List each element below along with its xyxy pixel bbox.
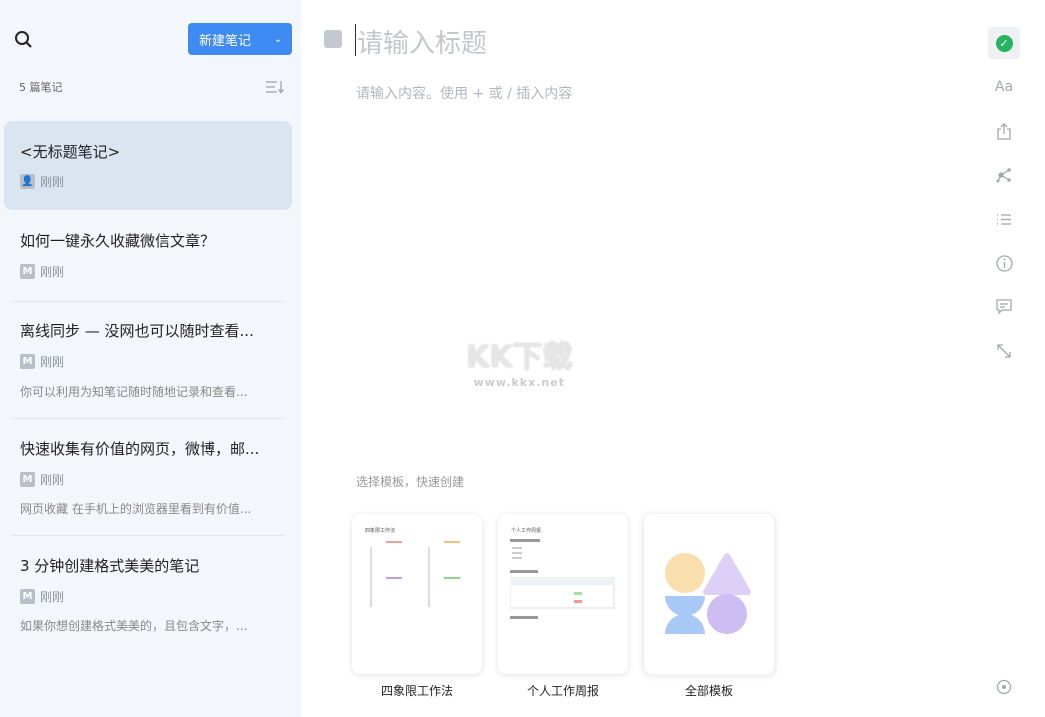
new-note-label: 新建笔记 — [199, 33, 252, 49]
note-title: 快速收集有价值的网页，微博，邮... — [20, 440, 260, 458]
watermark: KK下载 www.kkx.net — [466, 332, 573, 389]
watermark-logo: KK下载 — [466, 340, 573, 375]
divider — [11, 301, 285, 302]
graph-icon — [996, 168, 1011, 183]
template-card-all[interactable] — [644, 514, 774, 674]
note-list-item[interactable]: 如何一键永久收藏微信文章？ M 刚刚 — [11, 220, 285, 290]
expand-button[interactable] — [988, 335, 1020, 367]
sort-icon[interactable] — [265, 80, 285, 94]
note-title: 离线同步 — 没网也可以随时查看... — [20, 322, 254, 340]
info-button[interactable] — [988, 247, 1020, 279]
compass-icon — [996, 679, 1012, 695]
note-list-item[interactable]: 快速收集有价值的网页，微博，邮... M 刚刚 网页收藏 在手机上的浏览器里看到有… — [11, 428, 285, 528]
note-title: <无标题笔记> — [20, 143, 121, 161]
note-snippet: 如果你想创建格式美美的，且包含文字，... — [20, 619, 248, 633]
outline-icon — [997, 213, 1011, 225]
note-title: 如何一键永久收藏微信文章？ — [20, 232, 216, 250]
new-note-button[interactable]: 新建笔记 ⌄ — [188, 23, 292, 55]
note-title: 3 分钟创建格式美美的笔记 — [20, 557, 200, 575]
markdown-icon: M — [20, 264, 35, 279]
note-snippet: 网页收藏 在手机上的浏览器里看到有价值... — [20, 502, 252, 516]
markdown-icon: M — [20, 354, 35, 369]
note-time: 刚刚 — [40, 355, 65, 369]
people-icon: 👤 — [20, 174, 35, 189]
title-input[interactable]: 请输入标题 — [357, 23, 487, 60]
markdown-icon: M — [20, 589, 35, 604]
cover-image-icon[interactable] — [324, 30, 342, 48]
comment-icon — [996, 299, 1012, 315]
quadrant-preview-icon — [370, 541, 460, 607]
font-icon: Aa — [994, 79, 1014, 95]
share-button[interactable] — [988, 115, 1020, 147]
search-icon[interactable] — [14, 30, 34, 50]
note-time: 刚刚 — [40, 473, 65, 487]
note-list-item[interactable]: <无标题笔记> 👤 刚刚 — [4, 121, 292, 210]
note-snippet: 你可以利用为知笔记随时随地记录和查看... — [20, 385, 248, 399]
check-icon: ✓ — [995, 34, 1013, 52]
template-preview-title: 四象限工作法 — [365, 528, 396, 534]
template-label: 全部模板 — [684, 684, 733, 698]
template-label: 四象限工作法 — [380, 684, 453, 698]
template-card-quadrant[interactable]: 四象限工作法 — [352, 514, 482, 674]
text-cursor — [355, 24, 356, 56]
note-time: 刚刚 — [40, 590, 65, 604]
template-preview-title: 个人工作周报 — [511, 528, 542, 534]
shapes-illustration-icon — [665, 553, 751, 634]
comment-button[interactable] — [988, 291, 1020, 323]
info-icon — [995, 254, 1013, 272]
divider — [11, 418, 285, 419]
expand-icon — [997, 344, 1011, 358]
note-time: 刚刚 — [40, 265, 65, 279]
markdown-icon: M — [20, 472, 35, 487]
weekly-report-preview-icon — [510, 539, 615, 619]
font-button[interactable]: Aa — [988, 71, 1020, 103]
saved-status-button[interactable]: ✓ — [988, 27, 1020, 59]
sidebar: 新建笔记 ⌄ 5 篇笔记 <无标题笔记> 👤 刚刚 如何一键永久收藏微信文章？ M刚… — [0, 0, 301, 717]
note-list-item[interactable]: 离线同步 — 没网也可以随时查看... M 刚刚 你可以利用为知笔记随时随地记录和… — [11, 310, 285, 410]
template-prompt: 选择模板，快速创建 — [356, 475, 465, 489]
template-card-weekly[interactable]: 个人工作周报 — [498, 514, 628, 674]
chevron-down-icon[interactable]: ⌄ — [270, 23, 286, 55]
share-icon — [997, 122, 1011, 140]
note-count: 5 篇笔记 — [19, 81, 63, 94]
note-list-item[interactable]: 3 分钟创建格式美美的笔记 M 刚刚 如果你想创建格式美美的，且包含文字，... — [11, 545, 285, 645]
watermark-url: www.kkx.net — [473, 376, 565, 389]
outline-button[interactable] — [988, 203, 1020, 235]
note-time: 刚刚 — [40, 175, 65, 189]
graph-button[interactable] — [988, 159, 1020, 191]
body-input[interactable]: 请输入内容。使用 + 或 / 插入内容 — [356, 83, 572, 103]
template-label: 个人工作周报 — [526, 684, 599, 698]
divider — [11, 535, 285, 536]
help-button[interactable] — [988, 671, 1020, 703]
